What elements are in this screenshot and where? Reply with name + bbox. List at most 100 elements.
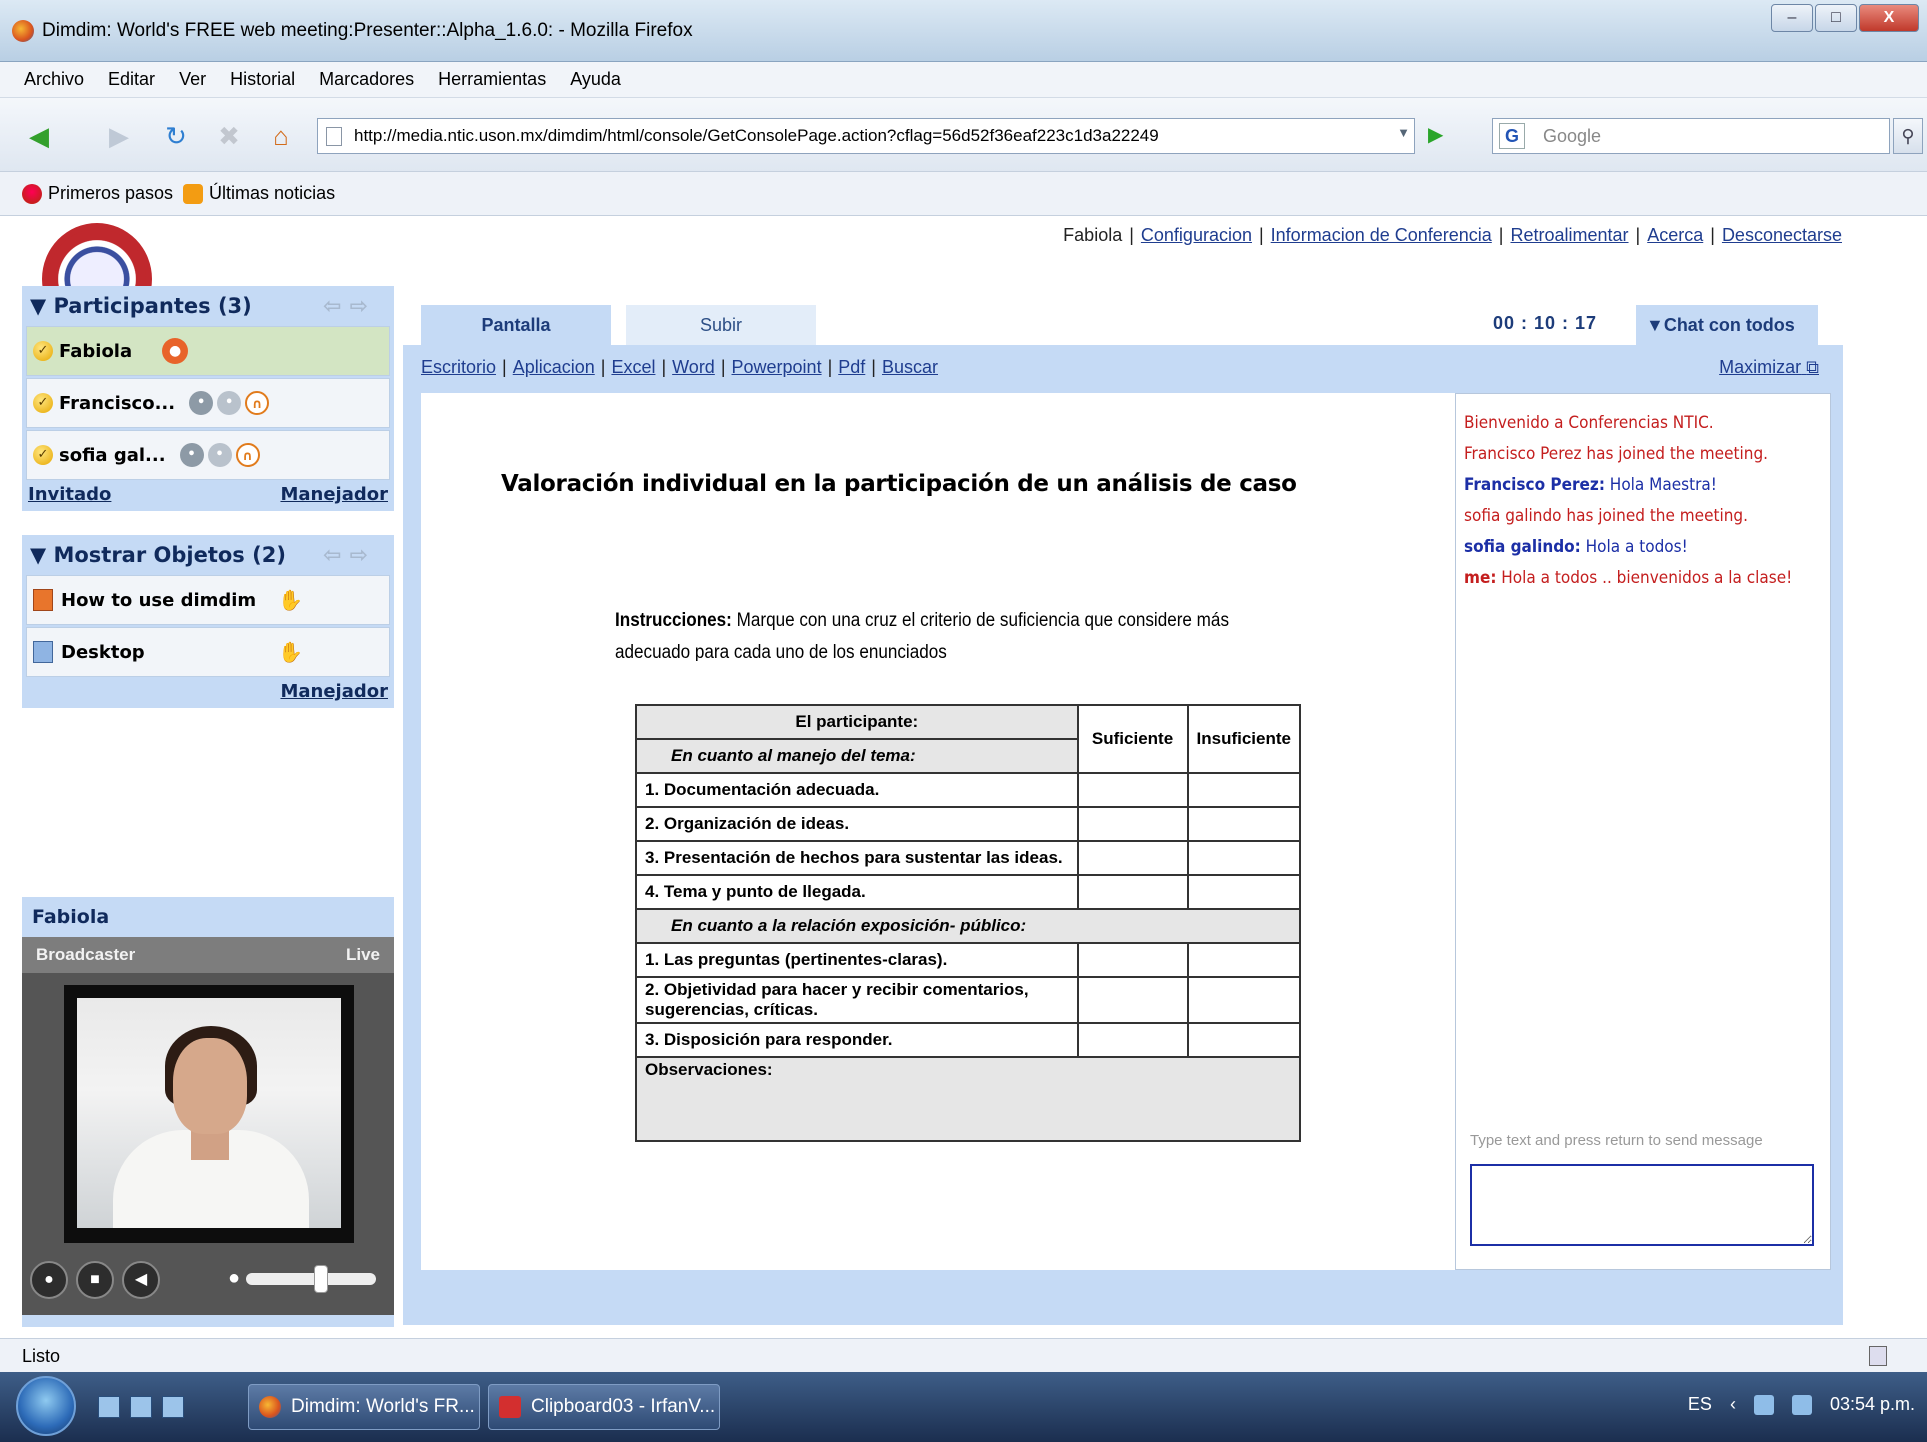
search-engine-icon[interactable]: G — [1499, 123, 1525, 149]
chat-icon[interactable]: • — [189, 391, 214, 415]
search-box[interactable]: G Google — [1492, 118, 1890, 154]
close-window-button[interactable]: X — [1859, 4, 1919, 32]
url-bar[interactable]: http://media.ntic.uson.mx/dimdim/html/co… — [317, 118, 1415, 154]
clock[interactable]: 03:54 p.m. — [1830, 1394, 1915, 1415]
search-placeholder: Google — [1543, 125, 1602, 146]
maximize-link[interactable]: Maximizar ⧉ — [1719, 357, 1819, 378]
bookmark-primeros-pasos[interactable]: Primeros pasos — [22, 183, 173, 205]
menu-ver[interactable]: Ver — [179, 69, 206, 90]
manage-participants-link[interactable]: Manejador — [280, 484, 388, 505]
participant-row[interactable]: ✓ sofia gal... • • ∩ — [26, 430, 390, 480]
link-buscar[interactable]: Buscar — [882, 357, 938, 378]
menu-herramientas[interactable]: Herramientas — [438, 69, 546, 90]
microphone-icon[interactable]: • — [217, 391, 242, 415]
chat-icon[interactable]: • — [179, 443, 204, 467]
language-indicator[interactable]: ES — [1688, 1394, 1712, 1415]
url-dropdown-icon[interactable]: ▼ — [1397, 125, 1410, 140]
taskbar-irfanview-button[interactable]: Clipboard03 - IrfanV... — [488, 1384, 720, 1430]
link-desconectarse[interactable]: Desconectarse — [1722, 225, 1842, 246]
minimize-button[interactable]: – — [1771, 4, 1813, 32]
link-powerpoint[interactable]: Powerpoint — [732, 357, 822, 378]
link-informacion-conferencia[interactable]: Informacion de Conferencia — [1271, 225, 1492, 246]
thumbs-up-icon[interactable]: ✋ — [278, 588, 303, 612]
col-insuficiente: Insuficiente — [1186, 704, 1301, 774]
record-icon[interactable]: ● — [30, 1261, 68, 1299]
menu-archivo[interactable]: Archivo — [24, 69, 84, 90]
maximize-window-button[interactable]: □ — [1815, 4, 1857, 32]
link-pdf[interactable]: Pdf — [838, 357, 865, 378]
internet-explorer-icon[interactable] — [162, 1396, 184, 1418]
microphone-icon[interactable]: ● — [162, 338, 189, 364]
url-text: http://media.ntic.uson.mx/dimdim/html/co… — [354, 126, 1159, 145]
start-button[interactable] — [16, 1376, 76, 1436]
menu-editar[interactable]: Editar — [108, 69, 155, 90]
link-configuracion[interactable]: Configuracion — [1141, 225, 1252, 246]
chat-message: Francisco Perez: Hola Maestra! — [1464, 475, 1717, 495]
stop-icon[interactable]: ✖ — [210, 118, 248, 154]
bookmarks-toolbar: Primeros pasos Últimas noticias — [0, 172, 1927, 216]
search-icon[interactable]: ⚲ — [1893, 118, 1923, 154]
status-icon[interactable] — [1869, 1346, 1887, 1366]
firefox-icon — [12, 20, 34, 42]
rss-icon — [183, 184, 204, 205]
show-desktop-icon[interactable] — [98, 1396, 120, 1418]
manage-objects-link[interactable]: Manejador — [280, 681, 388, 702]
menu-bar: Archivo Editar Ver Historial Marcadores … — [0, 62, 1927, 98]
windows-taskbar: Dimdim: World's FR... Clipboard03 - Irfa… — [0, 1372, 1927, 1442]
chat-input[interactable] — [1470, 1164, 1814, 1246]
back-arrow-icon[interactable]: ◀ — [20, 118, 58, 154]
hand-icon[interactable]: ∩ — [235, 443, 260, 467]
volume-icon[interactable] — [1791, 1394, 1812, 1415]
thumbs-up-icon[interactable]: ✋ — [278, 640, 303, 664]
participants-header[interactable]: ▼ Participantes (3) ⇦⇨ — [22, 286, 394, 326]
link-word[interactable]: Word — [672, 357, 715, 378]
menu-marcadores[interactable]: Marcadores — [319, 69, 414, 90]
document-instructions: Instrucciones: Marque con una cruz el cr… — [615, 610, 1229, 661]
object-row[interactable]: How to use dimdim ✋ — [26, 575, 390, 625]
link-retroalimentar[interactable]: Retroalimentar — [1510, 225, 1628, 246]
observations-cell: Observaciones: — [635, 1056, 1301, 1142]
slider-knob[interactable] — [314, 1264, 329, 1293]
current-user: Fabiola — [1063, 225, 1123, 245]
home-icon[interactable]: ⌂ — [262, 118, 300, 154]
camera-icon[interactable]: ■ — [76, 1261, 114, 1299]
objects-links: Manejador — [22, 679, 394, 708]
window-controls: – □ X — [1771, 4, 1919, 32]
bookmark-ultimas-noticias[interactable]: Últimas noticias — [183, 183, 335, 205]
volume-slider[interactable]: ● — [228, 1264, 377, 1293]
chat-tab[interactable]: ▼Chat con todos — [1636, 305, 1818, 345]
tab-pantalla[interactable]: Pantalla — [421, 305, 611, 345]
table-row: 2. Objetividad para hacer y recibir come… — [635, 976, 1301, 1024]
object-row[interactable]: Desktop ✋ — [26, 627, 390, 677]
panel-arrows-icon[interactable]: ⇦⇨ — [323, 294, 376, 319]
header-links: Fabiola | Configuracion | Informacion de C… — [1063, 225, 1842, 246]
participants-links: Invitado Manejador — [22, 482, 394, 511]
invite-link[interactable]: Invitado — [28, 484, 111, 505]
tray-chevron-icon[interactable]: ‹ — [1730, 1394, 1736, 1415]
microphone-icon[interactable]: • — [207, 443, 232, 467]
go-icon[interactable]: ▶ — [1428, 122, 1443, 147]
switch-windows-icon[interactable] — [130, 1396, 152, 1418]
menu-historial[interactable]: Historial — [230, 69, 295, 90]
panel-arrows-icon[interactable]: ⇦⇨ — [323, 543, 376, 568]
objects-header[interactable]: ▼ Mostrar Objetos (2) ⇦⇨ — [22, 535, 394, 575]
tab-subir[interactable]: Subir — [626, 305, 816, 345]
link-aplicacion[interactable]: Aplicacion — [513, 357, 595, 378]
chat-message: Francisco Perez has joined the meeting. — [1464, 444, 1769, 464]
section-heading: En cuanto a la relación exposición- públ… — [635, 908, 1301, 944]
hand-icon[interactable]: ∩ — [245, 391, 270, 415]
taskbar-firefox-button[interactable]: Dimdim: World's FR... — [248, 1384, 480, 1430]
reload-icon[interactable]: ↻ — [157, 118, 195, 154]
network-icon[interactable] — [1753, 1394, 1774, 1415]
link-acerca[interactable]: Acerca — [1647, 225, 1703, 246]
dimdim-app: Fabiola | Configuracion | Informacion de C… — [0, 217, 1927, 1331]
speaker-icon[interactable]: ◀ — [122, 1261, 160, 1299]
link-escritorio[interactable]: Escritorio — [421, 357, 496, 378]
document-title: Valoración individual en la participació… — [501, 471, 1297, 497]
menu-ayuda[interactable]: Ayuda — [570, 69, 621, 90]
check-icon: ✓ — [33, 393, 53, 413]
participant-row[interactable]: ✓ Francisco... • • ∩ — [26, 378, 390, 428]
link-excel[interactable]: Excel — [611, 357, 655, 378]
forward-arrow-icon[interactable]: ▶ — [100, 118, 138, 154]
participant-row[interactable]: ✓ Fabiola ● — [26, 326, 390, 376]
